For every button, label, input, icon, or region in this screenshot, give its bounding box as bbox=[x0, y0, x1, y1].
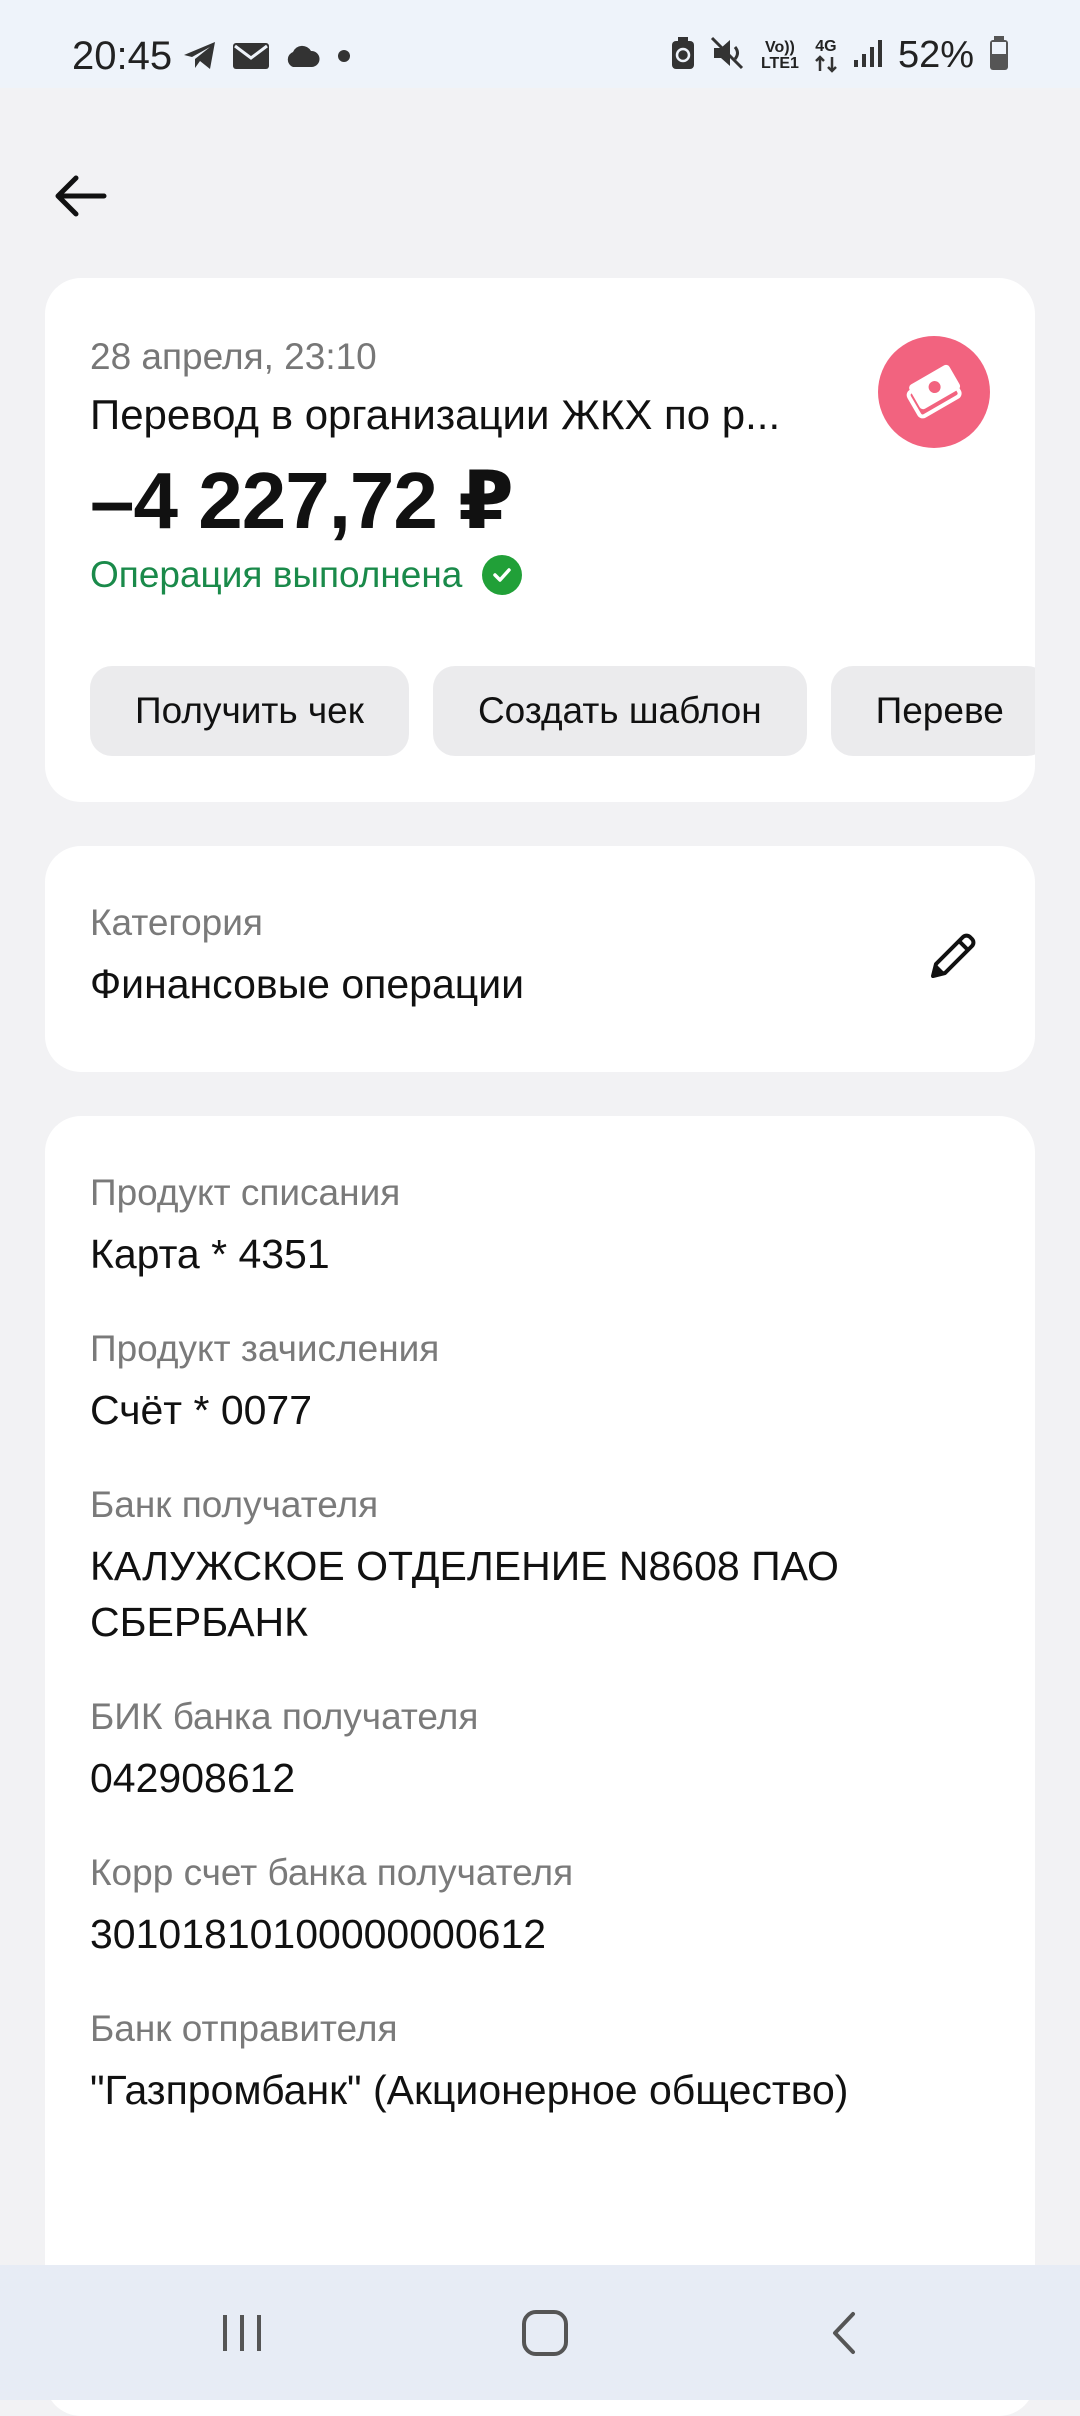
battery-percent: 52% bbox=[897, 34, 974, 76]
recent-apps-button[interactable] bbox=[197, 2293, 287, 2373]
system-nav-bar bbox=[0, 2265, 1080, 2400]
chevron-left-icon bbox=[833, 2312, 855, 2354]
telegram-icon bbox=[182, 40, 218, 77]
detail-debit-product: Продукт списания Карта * 4351 bbox=[90, 1172, 990, 1282]
repeat-transfer-button[interactable]: Переве bbox=[830, 666, 1035, 756]
action-chips: Получить чек Создать шаблон Переве bbox=[90, 666, 1035, 756]
home-button[interactable] bbox=[500, 2293, 590, 2373]
system-back-button[interactable] bbox=[800, 2293, 890, 2373]
operation-date: 28 апреля, 23:10 bbox=[90, 336, 377, 377]
cloud-icon bbox=[284, 43, 320, 74]
detail-value: 30101810100000000612 bbox=[90, 1911, 547, 1957]
signal-icon bbox=[852, 38, 884, 73]
status-time: 20:45 bbox=[72, 34, 173, 78]
detail-credit-product: Продукт зачисления Счёт * 0077 bbox=[90, 1328, 990, 1438]
home-icon bbox=[522, 2310, 568, 2356]
edit-category-button[interactable] bbox=[913, 916, 993, 996]
back-button[interactable] bbox=[44, 160, 116, 232]
category-card[interactable]: Категория Финансовые операции bbox=[45, 846, 1035, 1072]
banknote-icon bbox=[878, 336, 990, 448]
detail-recipient-bik: БИК банка получателя 042908612 bbox=[90, 1696, 990, 1806]
mail-icon bbox=[232, 41, 270, 76]
detail-corr-account: Корр счет банка получателя 3010181010000… bbox=[90, 1852, 990, 1962]
pencil-icon bbox=[931, 933, 976, 978]
dot-icon bbox=[334, 46, 354, 71]
battery-icon bbox=[988, 35, 1010, 76]
check-circle-icon bbox=[482, 555, 523, 595]
category-label: Категория bbox=[90, 902, 263, 943]
detail-label: Банк отправителя bbox=[90, 2008, 398, 2049]
network-label: 4G bbox=[815, 37, 837, 55]
detail-label: Продукт списания bbox=[90, 1172, 401, 1213]
arrow-left-icon bbox=[55, 175, 107, 217]
volte-indicator: Vo)) LTE1 bbox=[760, 38, 799, 72]
details-card: Продукт списания Карта * 4351 Продукт за… bbox=[45, 1116, 1035, 2416]
detail-value: "Газпромбанк" (Акционерное общество) bbox=[90, 2067, 849, 2113]
detail-label: БИК банка получателя bbox=[90, 1696, 479, 1737]
detail-sender-bank: Банк отправителя "Газпромбанк" (Акционер… bbox=[90, 2008, 990, 2118]
mute-icon bbox=[710, 36, 746, 75]
operation-amount: –4 227,72 ₽ bbox=[90, 456, 514, 545]
detail-recipient-bank: Банк получателя КАЛУЖСКОЕ ОТДЕЛЕНИЕ N860… bbox=[90, 1484, 990, 1650]
operation-card: 28 апреля, 23:10 Перевод в организации Ж… bbox=[45, 278, 1035, 802]
operation-status-text: Операция выполнена bbox=[90, 554, 463, 595]
detail-value: КАЛУЖСКОЕ ОТДЕЛЕНИЕ N8608 ПАО СБЕРБАНК bbox=[90, 1543, 839, 1645]
detail-value: 042908612 bbox=[90, 1755, 296, 1801]
get-receipt-button[interactable]: Получить чек bbox=[90, 666, 409, 756]
operation-status: Операция выполнена bbox=[90, 554, 523, 596]
recent-apps-icon bbox=[223, 2315, 261, 2351]
detail-label: Продукт зачисления bbox=[90, 1328, 440, 1369]
status-bar: 20:45 Vo)) LTE1 4G 52% bbox=[0, 0, 1080, 88]
detail-value: Карта * 4351 bbox=[90, 1231, 330, 1277]
detail-label: Банк получателя bbox=[90, 1484, 379, 1525]
operation-title: Перевод в организации ЖКХ по р... bbox=[90, 391, 781, 438]
network-indicator: 4G bbox=[814, 37, 838, 73]
detail-label: Корр счет банка получателя bbox=[90, 1852, 574, 1893]
category-value: Финансовые операции bbox=[90, 961, 525, 1007]
battery-saver-icon bbox=[670, 36, 696, 75]
create-template-button[interactable]: Создать шаблон bbox=[432, 666, 807, 756]
detail-value: Счёт * 0077 bbox=[90, 1387, 313, 1433]
